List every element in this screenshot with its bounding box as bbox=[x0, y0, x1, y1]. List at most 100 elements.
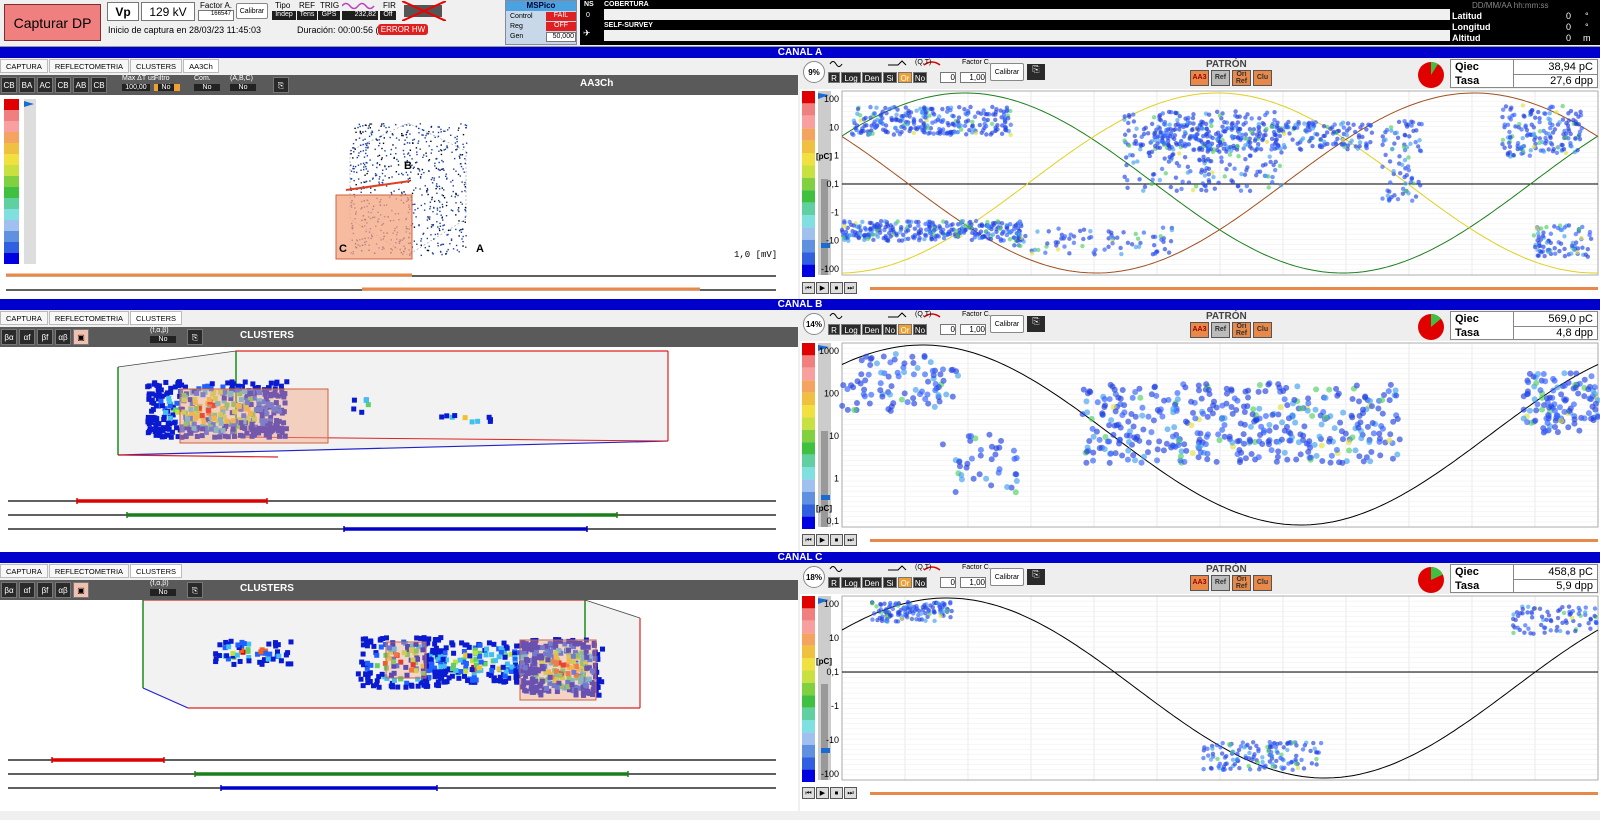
prpd-toggle-3[interactable]: Si bbox=[883, 577, 897, 588]
prpd-plot[interactable]: 10001001010,1[pC] bbox=[800, 341, 1600, 558]
prpd-toggle-1[interactable]: Log bbox=[841, 577, 861, 588]
pattern-button-0[interactable]: AA3 bbox=[1190, 322, 1209, 338]
play-icon[interactable]: ▶ bbox=[816, 282, 829, 294]
first-icon[interactable]: ⏮ bbox=[802, 787, 815, 799]
toolbar-view-icon[interactable]: αβ bbox=[55, 329, 71, 345]
toolbar-view-icon[interactable]: CB bbox=[91, 77, 107, 93]
tab-captura[interactable]: CAPTURA bbox=[0, 311, 48, 325]
factor-c-field[interactable]: 1,00 bbox=[960, 72, 986, 83]
last-icon[interactable]: ⏭ bbox=[844, 787, 857, 799]
zero-field[interactable]: 0 bbox=[940, 577, 956, 588]
toolbar-view-icon[interactable]: βf bbox=[37, 329, 53, 345]
toolbar-view-icon[interactable]: αf bbox=[19, 582, 35, 598]
ref-value[interactable]: Tens bbox=[297, 11, 317, 20]
pattern-button-3[interactable]: Clu bbox=[1253, 70, 1272, 86]
zero-field[interactable]: 0 bbox=[940, 324, 956, 335]
toolbar-view-icon[interactable]: ▣ bbox=[73, 329, 89, 345]
toolbar-view-icon[interactable]: CB bbox=[1, 77, 17, 93]
pattern-button-2[interactable]: Ori Ref bbox=[1232, 322, 1251, 338]
pattern-button-1[interactable]: Ref bbox=[1211, 322, 1230, 338]
prpd-toggle-3[interactable]: Si bbox=[883, 72, 897, 83]
toolbar-view-icon[interactable]: AB bbox=[73, 77, 89, 93]
calibrate-button[interactable]: Calibrar bbox=[990, 315, 1024, 333]
fir-value[interactable]: Off bbox=[380, 11, 396, 20]
tab-clusters[interactable]: CLUSTERS bbox=[130, 564, 183, 578]
toolbar-view-icon[interactable]: αβ bbox=[55, 582, 71, 598]
toolbar-view-icon[interactable]: AC bbox=[37, 77, 53, 93]
prpd-toggle-3[interactable]: No bbox=[883, 324, 897, 335]
copy-icon[interactable]: ⎘ bbox=[1027, 316, 1045, 332]
toolbar-no-toggle[interactable]: No bbox=[158, 84, 174, 91]
pattern-button-3[interactable]: Clu bbox=[1253, 322, 1272, 338]
toolbar-view-icon[interactable]: CB bbox=[55, 77, 71, 93]
prpd-toggle-4[interactable]: Or bbox=[898, 72, 912, 83]
play-icon[interactable]: ▶ bbox=[816, 534, 829, 546]
pattern-button-3[interactable]: Clu bbox=[1253, 575, 1272, 591]
first-icon[interactable]: ⏮ bbox=[802, 534, 815, 546]
tab-clusters[interactable]: CLUSTERS bbox=[130, 59, 183, 73]
prpd-plot[interactable]: 100100,1-1-10-100[pC] bbox=[800, 594, 1600, 811]
calibrate-button[interactable]: Calibrar bbox=[990, 568, 1024, 586]
toolbar-param-value[interactable]: No bbox=[194, 84, 220, 91]
toolbar-view-icon[interactable]: βf bbox=[37, 582, 53, 598]
3d-scatter-plot[interactable]: ABC 1,0 [mV] bbox=[0, 95, 798, 306]
prpd-toggle-5[interactable]: No bbox=[913, 577, 927, 588]
prpd-toggle-2[interactable]: Den bbox=[862, 577, 882, 588]
timeline-bar[interactable] bbox=[870, 792, 1598, 795]
cluster-3d-plot[interactable] bbox=[0, 600, 798, 811]
last-icon[interactable]: ⏭ bbox=[844, 282, 857, 294]
toolbar-param-value[interactable]: 100,00 bbox=[122, 84, 150, 91]
factor-c-field[interactable]: 1,00 bbox=[960, 324, 986, 335]
copy-icon[interactable]: ⎘ bbox=[1027, 64, 1045, 80]
pattern-button-0[interactable]: AA3 bbox=[1190, 70, 1209, 86]
pattern-button-1[interactable]: Ref bbox=[1211, 70, 1230, 86]
prpd-toggle-5[interactable]: No bbox=[913, 324, 927, 335]
prpd-toggle-2[interactable]: Den bbox=[862, 324, 882, 335]
prpd-toggle-0[interactable]: R bbox=[828, 72, 840, 83]
copy-icon[interactable]: ⎘ bbox=[187, 329, 203, 345]
tab-reflectometria[interactable]: REFLECTOMETRIA bbox=[48, 59, 130, 73]
toolbar-param-value[interactable]: No bbox=[230, 84, 256, 91]
toolbar-view-icon[interactable]: BA bbox=[19, 77, 35, 93]
toolbar-param-value[interactable]: No bbox=[150, 589, 176, 596]
tab-captura[interactable]: CAPTURA bbox=[0, 564, 48, 578]
prpd-toggle-1[interactable]: Log bbox=[841, 324, 861, 335]
tipo-value[interactable]: Indep bbox=[272, 11, 296, 20]
stop-icon[interactable]: ⏹ bbox=[830, 534, 843, 546]
factor-c-field[interactable]: 1,00 bbox=[960, 577, 986, 588]
toolbar-view-icon[interactable]: βα bbox=[1, 582, 17, 598]
prpd-toggle-4[interactable]: Or bbox=[898, 577, 912, 588]
pattern-button-1[interactable]: Ref bbox=[1211, 575, 1230, 591]
toolbar-view-icon[interactable]: βα bbox=[1, 329, 17, 345]
prpd-toggle-0[interactable]: R bbox=[828, 324, 840, 335]
first-icon[interactable]: ⏮ bbox=[802, 282, 815, 294]
stop-icon[interactable]: ⏹ bbox=[830, 787, 843, 799]
tab-aa3ch[interactable]: AA3Ch bbox=[183, 59, 219, 73]
tab-reflectometria[interactable]: REFLECTOMETRIA bbox=[48, 311, 130, 325]
capture-button[interactable]: Capturar DP bbox=[4, 4, 101, 41]
toolbar-view-icon[interactable]: ▣ bbox=[73, 582, 89, 598]
prpd-toggle-2[interactable]: Den bbox=[862, 72, 882, 83]
toolbar-view-icon[interactable]: αf bbox=[19, 329, 35, 345]
prpd-toggle-5[interactable]: No bbox=[913, 72, 927, 83]
copy-icon[interactable]: ⎘ bbox=[1027, 569, 1045, 585]
stop-icon[interactable]: ⏹ bbox=[830, 282, 843, 294]
calibrate-button[interactable]: Calibrar bbox=[990, 63, 1024, 81]
tab-captura[interactable]: CAPTURA bbox=[0, 59, 48, 73]
copy-icon[interactable]: ⎘ bbox=[187, 582, 203, 598]
prpd-plot[interactable]: 1001010,1-1-10-100[pC] bbox=[800, 89, 1600, 306]
prpd-toggle-4[interactable]: Or bbox=[898, 324, 912, 335]
toolbar-param-value[interactable]: No bbox=[150, 336, 176, 343]
tab-reflectometria[interactable]: REFLECTOMETRIA bbox=[48, 564, 130, 578]
prpd-toggle-0[interactable]: R bbox=[828, 577, 840, 588]
pattern-button-2[interactable]: Ori Ref bbox=[1232, 70, 1251, 86]
timeline-bar[interactable] bbox=[870, 539, 1598, 542]
play-icon[interactable]: ▶ bbox=[816, 787, 829, 799]
gen-field[interactable]: 50,000 bbox=[546, 32, 576, 42]
calibrate-button[interactable]: Calibrar bbox=[236, 3, 268, 19]
timeline-bar[interactable] bbox=[870, 287, 1598, 290]
pattern-button-0[interactable]: AA3 bbox=[1190, 575, 1209, 591]
pattern-button-2[interactable]: Ori Ref bbox=[1232, 575, 1251, 591]
zero-field[interactable]: 0 bbox=[940, 72, 956, 83]
tab-clusters[interactable]: CLUSTERS bbox=[130, 311, 183, 325]
